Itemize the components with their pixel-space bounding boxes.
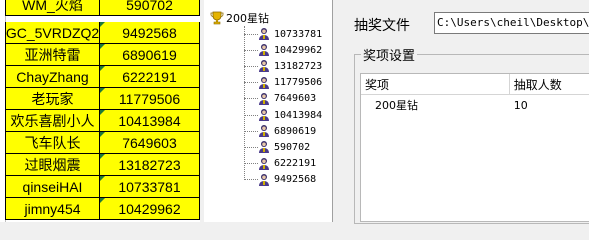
sheet-row: 过眼烟震 13182723 bbox=[5, 154, 200, 176]
sheet-row: 老玩家 11779506 bbox=[5, 88, 200, 110]
tree-branch-line bbox=[244, 179, 258, 181]
sheet-cell-name[interactable]: GC_5VRDZQ2 bbox=[5, 22, 100, 44]
tree-branch-line bbox=[244, 114, 258, 116]
tree-item[interactable]: 9492568 bbox=[244, 172, 316, 188]
tree-item-label: 9492568 bbox=[274, 174, 317, 186]
sheet-cell-id[interactable]: 13182723 bbox=[100, 154, 200, 176]
sheet-row: jimny454 10429962 bbox=[5, 198, 200, 220]
tree-item[interactable]: 6890619 bbox=[244, 123, 316, 139]
tree-root-label: 200星钻 bbox=[226, 12, 269, 25]
prize-name-cell: 200星钻 bbox=[375, 99, 418, 112]
sheet-cell-name[interactable]: ChayZhang bbox=[5, 66, 100, 88]
tree-branch-line bbox=[244, 146, 258, 148]
column-header-count[interactable]: 抽取人数 bbox=[510, 74, 589, 94]
sheet-cell-name[interactable]: 过眼烟震 bbox=[5, 154, 100, 176]
tree-branch-line bbox=[244, 33, 258, 35]
person-icon bbox=[259, 92, 269, 105]
spreadsheet-grid: WM_火焰 590702 GC_5VRDZQ2 9492568 亚洲特雷 6890619 C… bbox=[5, 0, 200, 220]
tree-item-label: 7649603 bbox=[274, 93, 317, 105]
sheet-cell-name[interactable]: WM_火焰 bbox=[5, 0, 100, 16]
prize-count-cell: 10 bbox=[513, 98, 528, 112]
sheet-cell-name[interactable]: 老玩家 bbox=[5, 88, 100, 110]
tree-item-label: 6222191 bbox=[274, 158, 317, 170]
tree-item-label: 11779506 bbox=[274, 77, 323, 89]
person-icon bbox=[259, 60, 269, 73]
sheet-cell-id[interactable]: 11779506 bbox=[100, 88, 200, 110]
tree-item[interactable]: 10429962 bbox=[244, 42, 322, 58]
person-icon bbox=[259, 141, 269, 154]
sheet-cell-name[interactable]: 亚洲特雷 bbox=[5, 44, 100, 66]
sheet-cell-id[interactable]: 10413984 bbox=[100, 110, 200, 132]
tree-item[interactable]: 10413984 bbox=[244, 107, 322, 123]
person-icon bbox=[259, 173, 269, 186]
tree-branch-line bbox=[244, 82, 258, 84]
tree-item-label: 10429962 bbox=[274, 44, 323, 56]
sheet-cell-name[interactable]: qinseiHAI bbox=[5, 176, 100, 198]
prize-table-row[interactable]: 200星钻 10 bbox=[361, 95, 589, 115]
tree-root[interactable]: 200星钻 bbox=[210, 10, 269, 26]
sheet-row: 欢乐喜剧小人 10413984 bbox=[5, 110, 200, 132]
sheet-row: WM_火焰 590702 bbox=[5, 0, 200, 22]
tree-item[interactable]: 13182723 bbox=[244, 58, 322, 74]
trophy-icon bbox=[210, 11, 224, 25]
sheet-cell-id[interactable]: 6222191 bbox=[100, 66, 200, 88]
tree-branch-line bbox=[244, 163, 258, 165]
sheet-cell-id[interactable]: 10733781 bbox=[100, 176, 200, 198]
tree-item[interactable]: 11779506 bbox=[244, 75, 322, 91]
person-icon bbox=[259, 109, 269, 121]
tree-branch-line bbox=[244, 49, 258, 51]
tree-item[interactable]: 590702 bbox=[244, 139, 310, 155]
tree-item[interactable]: 10733781 bbox=[244, 26, 322, 42]
person-icon bbox=[259, 44, 269, 57]
lottery-panel: 抽奖文件 C:\Users\cheil\Desktop\版 奖项设置 奖项 抽取… bbox=[333, 0, 589, 224]
lottery-file-path-field[interactable]: C:\Users\cheil\Desktop\版 bbox=[434, 12, 589, 34]
tree-branch-line bbox=[244, 130, 258, 132]
prize-settings-title: 奖项设置 bbox=[361, 45, 418, 64]
sheet-cell-id[interactable]: 7649603 bbox=[100, 132, 200, 154]
tree-branch-line bbox=[244, 65, 258, 67]
sheet-cell-id[interactable]: 9492568 bbox=[100, 22, 200, 44]
spreadsheet: WM_火焰 590702 GC_5VRDZQ2 9492568 亚洲特雷 6890619 C… bbox=[0, 0, 200, 222]
tree-item[interactable]: 7649603 bbox=[244, 91, 316, 107]
sheet-cell-id[interactable]: 6890619 bbox=[100, 44, 200, 66]
tree-item-label: 10413984 bbox=[274, 109, 323, 121]
sheet-cell-name[interactable]: 飞车队长 bbox=[5, 132, 100, 154]
sheet-row: 飞车队长 7649603 bbox=[5, 132, 200, 154]
sheet-cell-name[interactable]: 欢乐喜剧小人 bbox=[5, 110, 100, 132]
person-icon bbox=[259, 76, 269, 89]
column-header-prize[interactable]: 奖项 bbox=[361, 74, 510, 94]
sheet-cell-id[interactable]: 590702 bbox=[100, 0, 200, 16]
prize-tree: 200星钻 10733781 10429962 13182723 11779506 76… bbox=[204, 0, 333, 222]
tree-item-label: 10733781 bbox=[274, 28, 323, 40]
prize-table-header: 奖项 抽取人数 bbox=[361, 74, 589, 95]
sheet-row: GC_5VRDZQ2 9492568 bbox=[5, 22, 200, 44]
tree-item[interactable]: 6222191 bbox=[244, 156, 316, 172]
tree-item-label: 6890619 bbox=[274, 125, 317, 137]
person-icon bbox=[259, 28, 269, 40]
sheet-row: qinseiHAI 10733781 bbox=[5, 176, 200, 198]
tree-item-label: 590702 bbox=[274, 141, 311, 153]
sheet-row: 亚洲特雷 6890619 bbox=[5, 44, 200, 66]
person-icon bbox=[259, 125, 269, 138]
sheet-cell-id[interactable]: 10429962 bbox=[100, 198, 200, 220]
lottery-file-label: 抽奖文件 bbox=[354, 18, 410, 34]
sheet-row: ChayZhang 6222191 bbox=[5, 66, 200, 88]
person-icon bbox=[259, 157, 269, 170]
tree-branch-line bbox=[244, 98, 258, 100]
sheet-cell-name[interactable]: jimny454 bbox=[5, 198, 100, 220]
prize-table: 奖项 抽取人数 200星钻 10 bbox=[360, 73, 589, 222]
tree-item-label: 13182723 bbox=[274, 60, 323, 72]
